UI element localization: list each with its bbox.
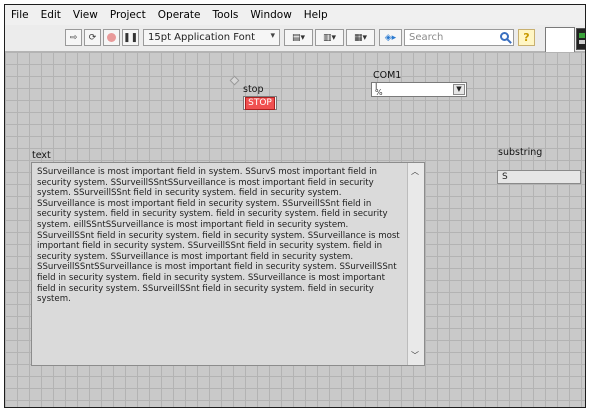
search-icon[interactable] <box>500 32 509 41</box>
abort-button[interactable] <box>103 29 120 46</box>
context-help-icon: ? <box>523 31 530 44</box>
pause-button[interactable]: ❚❚ <box>122 29 139 46</box>
reorder-button[interactable]: ◈▸ <box>379 29 402 46</box>
menu-operate[interactable]: Operate <box>158 9 201 21</box>
menu-project[interactable]: Project <box>110 9 146 21</box>
chevron-down-icon[interactable]: ▼ <box>453 84 465 95</box>
run-continuously-icon: ⟳ <box>88 32 97 43</box>
text-indicator-content: SSurveillance is most important field in… <box>37 167 400 305</box>
align-objects-icon: ▤▾ <box>291 32 306 43</box>
pause-icon: ❚❚ <box>122 32 139 43</box>
context-help-button[interactable]: ? <box>518 29 535 46</box>
decorative-diamond <box>229 75 240 86</box>
run-continuously-button[interactable]: ⟳ <box>84 29 101 46</box>
com1-label: COM1 <box>373 70 402 81</box>
substring-indicator[interactable]: S <box>497 170 581 184</box>
resize-objects-button[interactable]: ▦▾ <box>346 29 375 46</box>
distribute-objects-button[interactable]: ▥▾ <box>315 29 344 46</box>
menu-help[interactable]: Help <box>304 9 328 21</box>
resize-objects-icon: ▦▾ <box>353 32 368 43</box>
vi-icon[interactable] <box>576 28 585 50</box>
menu-bar: File Edit View Project Operate Tools Win… <box>5 5 585 25</box>
menu-window[interactable]: Window <box>250 9 291 21</box>
visa-io-icon: I% <box>375 82 383 97</box>
reorder-icon: ◈▸ <box>384 32 397 43</box>
text-indicator[interactable]: SSurveillance is most important field in… <box>31 162 425 366</box>
text-label: text <box>32 150 51 161</box>
font-select-value: 15pt Application Font <box>148 32 255 43</box>
menu-tools[interactable]: Tools <box>213 9 239 21</box>
stop-button[interactable]: STOP <box>243 96 277 110</box>
search-input[interactable]: Search <box>409 32 443 43</box>
distribute-objects-icon: ▥▾ <box>322 32 337 43</box>
chevron-down-icon[interactable]: ﹀ <box>411 350 419 361</box>
stop-label: stop <box>243 84 264 95</box>
chevron-up-icon[interactable]: ︿ <box>411 166 419 177</box>
run-button[interactable]: ⇨ <box>65 29 82 46</box>
chevron-down-icon: ▾ <box>270 31 275 41</box>
search-box[interactable]: Search <box>404 29 514 46</box>
labview-window: File Edit View Project Operate Tools Win… <box>4 4 586 408</box>
toolbar: ⇨ ⟳ ❚❚ 15pt Application Font ▾ ▤▾ ▥▾ ▦▾ … <box>5 25 585 63</box>
substring-label: substring <box>498 147 543 158</box>
menu-view[interactable]: View <box>73 9 98 21</box>
font-select[interactable]: 15pt Application Font ▾ <box>143 29 280 46</box>
align-objects-button[interactable]: ▤▾ <box>284 29 313 46</box>
menu-edit[interactable]: Edit <box>41 9 61 21</box>
front-panel: stop STOP COM1 I% ▼ text SSurveillance i… <box>5 52 585 407</box>
menu-file[interactable]: File <box>11 9 29 21</box>
abort-icon <box>107 33 116 42</box>
run-arrow-icon: ⇨ <box>69 32 78 43</box>
stop-button-text: STOP <box>245 96 275 110</box>
vertical-scrollbar[interactable]: ︿ ﹀ <box>407 163 424 365</box>
com1-visa-resource[interactable]: I% ▼ <box>371 82 467 97</box>
